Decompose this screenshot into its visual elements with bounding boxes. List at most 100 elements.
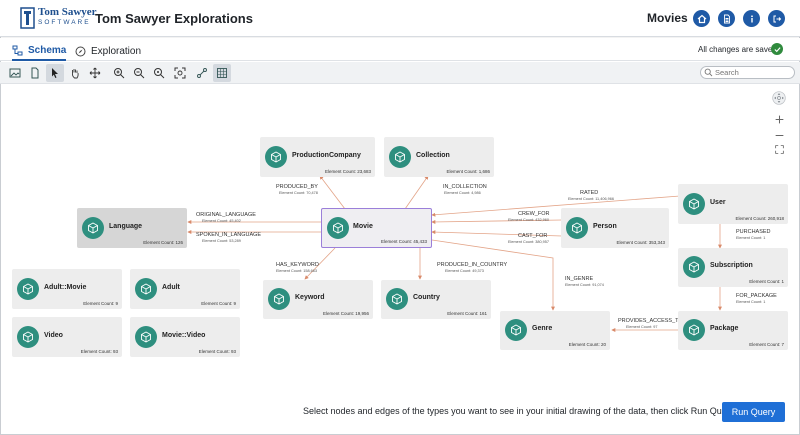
zoom-actual-icon <box>154 68 165 79</box>
node-count: Element Count: 9 <box>83 301 118 306</box>
node-count: Element Count: 20 <box>568 342 606 347</box>
edge-label-rated: RATED <box>580 190 599 196</box>
tom-sawyer-logo: Tom Sawyer SOFTWARE <box>20 6 97 32</box>
search-input[interactable] <box>700 66 795 79</box>
cube-icon <box>82 217 104 239</box>
tab-schema[interactable]: Schema <box>12 42 67 61</box>
cube-icon <box>327 217 349 239</box>
layout-icon <box>197 68 207 78</box>
schema-icon <box>12 45 23 56</box>
cube-icon <box>683 319 705 341</box>
home-button[interactable] <box>693 10 710 27</box>
node-subscription[interactable]: Subscription Element Count: 1 <box>678 248 788 287</box>
pan-control[interactable] <box>772 91 786 110</box>
edge-count-original-language: Element Count: 45,402 <box>202 219 241 223</box>
pan-tool-button[interactable] <box>66 64 84 82</box>
fit-icon <box>775 145 784 154</box>
cube-icon <box>135 278 157 300</box>
fit-nav-button[interactable] <box>775 141 784 159</box>
cube-icon <box>683 193 705 215</box>
layout-button[interactable] <box>193 64 211 82</box>
node-count: Element Count: 126 <box>143 240 183 245</box>
document-button[interactable] <box>718 10 735 27</box>
save-image-button[interactable] <box>6 64 24 82</box>
edge-label-in-collection: IN_COLLECTION <box>443 184 487 190</box>
node-label: Movie <box>353 223 373 230</box>
edge-count-purchased: Element Count: 1 <box>736 236 766 240</box>
node-label: User <box>710 199 726 206</box>
node-adult-movie[interactable]: Adult::Movie Element Count: 9 <box>12 269 122 309</box>
logout-button[interactable] <box>768 10 785 27</box>
zoom-out-icon <box>134 68 145 79</box>
node-movie[interactable]: Movie Element Count: 45,433 <box>321 208 432 248</box>
edge-label-has-keyword: HAS_KEYWORD <box>276 262 319 268</box>
select-tool-button[interactable] <box>46 64 64 82</box>
edge-count-rated: Element Count: 11,406,966 <box>568 197 614 201</box>
edge-count-in-collection: Element Count: 4,986 <box>444 191 481 195</box>
document-icon <box>723 14 730 23</box>
node-count: Element Count: 161 <box>447 311 487 316</box>
node-label: Country <box>413 294 440 301</box>
node-video[interactable]: Video Element Count: 93 <box>12 317 122 357</box>
node-genre[interactable]: Genre Element Count: 20 <box>500 311 610 350</box>
node-label: Subscription <box>710 262 753 269</box>
node-count: Element Count: 1 <box>749 279 784 284</box>
edge-count-provides-access-to: Element Count: 97 <box>626 325 658 329</box>
node-label: Package <box>710 325 739 332</box>
node-user[interactable]: User Element Count: 260,918 <box>678 184 788 224</box>
node-adult[interactable]: Adult Element Count: 9 <box>130 269 240 309</box>
grid-icon <box>217 68 227 78</box>
move-icon <box>89 67 101 79</box>
edge-label-original-language: ORIGINAL_LANGUAGE <box>196 212 256 218</box>
tab-exploration-label: Exploration <box>91 46 142 57</box>
logo-name: Tom Sawyer <box>38 6 97 18</box>
logout-icon <box>773 15 781 22</box>
node-label: Video <box>44 332 63 339</box>
edge-label-for-package: FOR_PACKAGE <box>736 293 777 299</box>
check-icon <box>773 46 781 52</box>
zoom-actual-button[interactable] <box>150 64 168 82</box>
node-person[interactable]: Person Element Count: 353,343 <box>561 208 669 248</box>
tabs-bar: Schema Exploration <box>0 38 800 61</box>
node-count: Element Count: 45,433 <box>380 239 427 244</box>
edge-count-produced-by: Element Count: 70,478 <box>279 191 318 195</box>
new-document-button[interactable] <box>26 64 44 82</box>
node-package[interactable]: Package Element Count: 7 <box>678 311 788 350</box>
node-language[interactable]: Language Element Count: 126 <box>77 208 187 248</box>
edge-count-spoken-in-language: Element Count: 53,289 <box>202 239 241 243</box>
logo-subtitle: SOFTWARE <box>38 19 91 26</box>
node-count: Element Count: 23,683 <box>324 169 371 174</box>
node-count: Element Count: 353,343 <box>616 240 665 245</box>
run-query-button[interactable]: Run Query <box>722 402 785 422</box>
node-keyword[interactable]: Keyword Element Count: 19,956 <box>263 280 373 319</box>
cube-icon <box>389 146 411 168</box>
fit-to-window-button[interactable] <box>171 64 189 82</box>
node-collection[interactable]: Collection Element Count: 1,686 <box>384 137 494 177</box>
zoom-in-button[interactable] <box>110 64 128 82</box>
edge-label-produced-by: PRODUCED_BY <box>276 184 318 190</box>
pan-compass-icon <box>772 91 786 105</box>
zoom-out-button[interactable] <box>130 64 148 82</box>
move-tool-button[interactable] <box>86 64 104 82</box>
grid-toggle-button[interactable] <box>213 64 231 82</box>
node-label: Movie::Video <box>162 332 206 339</box>
node-production-company[interactable]: ProductionCompany Element Count: 23,683 <box>260 137 375 177</box>
tab-exploration[interactable]: Exploration <box>75 42 141 61</box>
edge-label-cast-for: CAST_FOR <box>518 233 548 239</box>
cube-icon <box>505 319 527 341</box>
node-count: Element Count: 1,686 <box>446 169 490 174</box>
node-movie-video[interactable]: Movie::Video Element Count: 93 <box>130 317 240 357</box>
node-label: Keyword <box>295 294 325 301</box>
save-status-text: All changes are saved <box>698 45 777 54</box>
node-label: Collection <box>416 152 450 159</box>
cube-icon <box>683 256 705 278</box>
search-icon <box>704 68 713 77</box>
node-country[interactable]: Country Element Count: 161 <box>381 280 491 319</box>
cube-icon <box>566 217 588 239</box>
node-count: Element Count: 93 <box>198 349 236 354</box>
minus-icon <box>775 134 784 137</box>
edge-count-crew-for: Element Count: 432,960 <box>508 218 549 222</box>
info-button[interactable] <box>743 10 760 27</box>
hand-icon <box>71 69 79 79</box>
project-title: Movies <box>647 11 688 25</box>
